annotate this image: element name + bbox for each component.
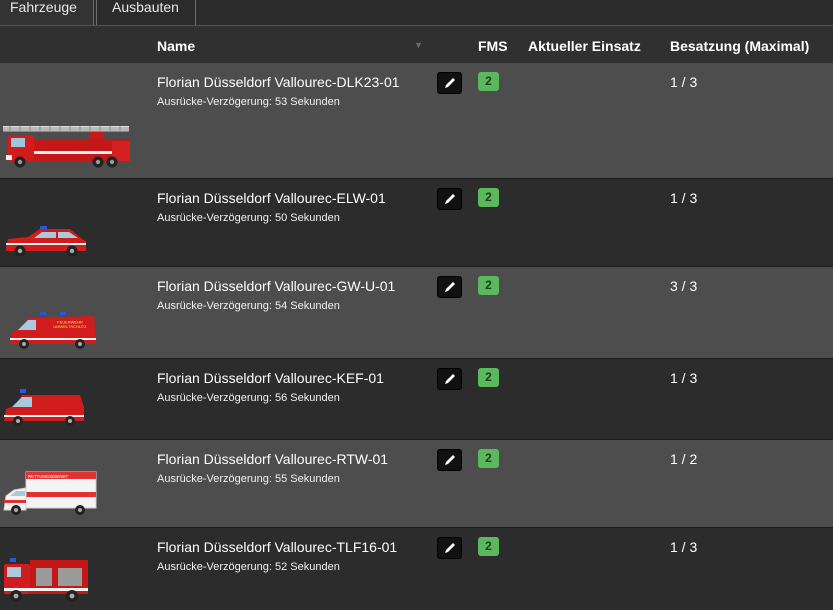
column-header-name[interactable]: Name: [157, 38, 195, 54]
fms-status-badge: 2: [478, 72, 499, 91]
table-header: Name ▼ FMS Aktueller Einsatz Besatzung (…: [0, 25, 833, 63]
dispatch-delay: Ausrücke-Verzögerung: 55 Sekunden: [157, 473, 340, 485]
ambulance-icon: RETTUNGSDIENST: [3, 471, 97, 515]
dispatch-delay: Ausrücke-Verzögerung: 56 Sekunden: [157, 392, 340, 404]
edit-button[interactable]: [437, 188, 462, 210]
command-car-icon: [6, 226, 86, 257]
table-row: Florian Düsseldorf Vallourec-KEF-01 Ausr…: [0, 359, 833, 440]
table-row: Florian Düsseldorf Vallourec-DLK23-01 Au…: [0, 63, 833, 179]
pencil-icon: [444, 194, 455, 204]
vehicle-name[interactable]: Florian Düsseldorf Vallourec-KEF-01: [157, 370, 384, 386]
crew-count: 1 / 3: [670, 74, 698, 90]
table-row: Florian Düsseldorf Vallourec-ELW-01 Ausr…: [0, 179, 833, 267]
vehicle-name[interactable]: Florian Düsseldorf Vallourec-GW-U-01: [157, 278, 395, 294]
vehicle-name[interactable]: Florian Düsseldorf Vallourec-TLF16-01: [157, 539, 397, 555]
table-row: FEUERWEHR UMWELTSCHUTZ Florian Düsseldor…: [0, 267, 833, 359]
fms-status-badge: 2: [478, 368, 499, 387]
vehicle-name[interactable]: Florian Düsseldorf Vallourec-ELW-01: [157, 190, 386, 206]
pencil-icon: [444, 374, 455, 384]
vehicle-lettering: UMWELTSCHUTZ: [53, 324, 87, 329]
fms-status-badge: 2: [478, 188, 499, 207]
vehicle-name[interactable]: Florian Düsseldorf Vallourec-DLK23-01: [157, 74, 400, 90]
edit-button[interactable]: [437, 537, 462, 559]
fms-status-badge: 2: [478, 537, 499, 556]
vehicle-name[interactable]: Florian Düsseldorf Vallourec-RTW-01: [157, 451, 388, 467]
edit-button[interactable]: [437, 72, 462, 94]
tanker-truck-icon: [4, 558, 88, 602]
table-row: Florian Düsseldorf Vallourec-TLF16-01 Au…: [0, 528, 833, 610]
tab-ausbauten[interactable]: Ausbauten: [96, 0, 196, 25]
sort-icon[interactable]: ▼: [414, 40, 423, 50]
dispatch-delay: Ausrücke-Verzögerung: 52 Sekunden: [157, 561, 340, 573]
column-header-crew[interactable]: Besatzung (Maximal): [670, 38, 809, 54]
fms-status-badge: 2: [478, 276, 499, 295]
crew-count: 1 / 3: [670, 190, 698, 206]
environment-van-icon: FEUERWEHR UMWELTSCHUTZ: [10, 312, 96, 349]
column-header-current-mission[interactable]: Aktueller Einsatz: [528, 38, 641, 54]
vehicle-lettering: RETTUNGSDIENST: [28, 474, 69, 479]
dispatch-delay: Ausrücke-Verzögerung: 53 Sekunden: [157, 96, 340, 108]
pencil-icon: [444, 455, 455, 465]
dispatch-delay: Ausrücke-Verzögerung: 54 Sekunden: [157, 300, 340, 312]
small-van-icon: [4, 389, 84, 426]
turntable-ladder-truck-icon: [3, 126, 130, 168]
edit-button[interactable]: [437, 368, 462, 390]
fms-status-badge: 2: [478, 449, 499, 468]
pencil-icon: [444, 78, 455, 88]
crew-count: 1 / 3: [670, 539, 698, 555]
tab-fahrzeuge[interactable]: Fahrzeuge: [0, 0, 94, 25]
table-row: RETTUNGSDIENST Florian Düsseldorf Vallou…: [0, 440, 833, 528]
tab-bar: Fahrzeuge Ausbauten: [0, 0, 833, 26]
column-header-fms[interactable]: FMS: [478, 38, 508, 54]
pencil-icon: [444, 543, 455, 553]
dispatch-delay: Ausrücke-Verzögerung: 50 Sekunden: [157, 212, 340, 224]
edit-button[interactable]: [437, 449, 462, 471]
edit-button[interactable]: [437, 276, 462, 298]
pencil-icon: [444, 282, 455, 292]
crew-count: 3 / 3: [670, 278, 698, 294]
crew-count: 1 / 3: [670, 370, 698, 386]
crew-count: 1 / 2: [670, 451, 698, 467]
